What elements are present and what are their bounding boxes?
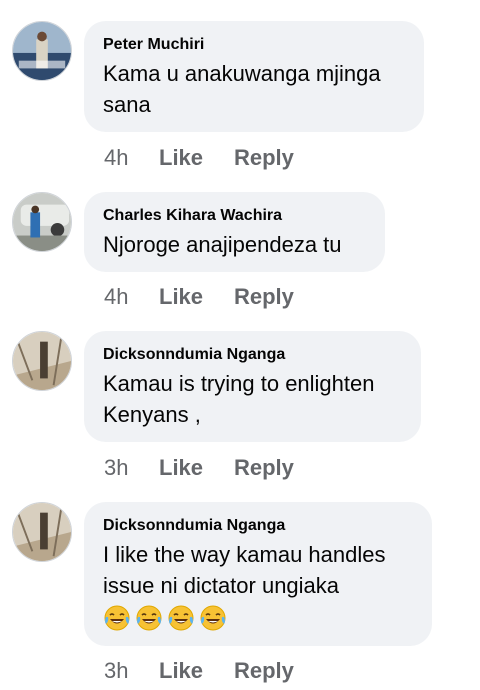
comment-actions: 4h Like Reply (104, 144, 294, 172)
comment-actions: 3h Like Reply (104, 657, 294, 685)
comment-timestamp[interactable]: 4h (104, 144, 159, 172)
comment-bubble: Peter Muchiri Kama u anakuwanga mjinga s… (84, 21, 424, 132)
comment-text: Kama u anakuwanga mjinga sana (103, 58, 406, 120)
comment-actions: 4h Like Reply (104, 283, 294, 311)
like-button[interactable]: Like (159, 657, 234, 685)
like-button[interactable]: Like (159, 454, 234, 482)
comment-text-line: issue ni dictator ungiaka (103, 573, 340, 598)
comment-text-line: I like the way kamau handles (103, 542, 386, 567)
comment-author[interactable]: Dicksonndumia Nganga (103, 516, 414, 536)
reply-button[interactable]: Reply (234, 454, 294, 482)
comment-text-line: Kenyans , (103, 402, 201, 427)
comment-timestamp[interactable]: 3h (104, 454, 159, 482)
comment-timestamp[interactable]: 4h (104, 283, 159, 311)
comment-actions: 3h Like Reply (104, 454, 294, 482)
tears-of-joy-emoji-icon (136, 605, 162, 631)
comment-text: Kamau is trying to enlighten Kenyans , (103, 368, 403, 430)
avatar[interactable] (12, 331, 72, 391)
tears-of-joy-emoji-icon (168, 605, 194, 631)
profile-photo-icon (13, 503, 71, 561)
tears-of-joy-emoji-icon (200, 605, 226, 631)
like-button[interactable]: Like (159, 283, 234, 311)
tears-of-joy-emoji-icon (104, 605, 130, 631)
comment-text-line: Njoroge anajipendeza tu (103, 232, 342, 257)
comment-text-line: sana (103, 92, 151, 117)
comment-timestamp[interactable]: 3h (104, 657, 159, 685)
comment-author[interactable]: Charles Kihara Wachira (103, 206, 367, 226)
emoji-row (103, 604, 414, 634)
reply-button[interactable]: Reply (234, 144, 294, 172)
avatar[interactable] (12, 21, 72, 81)
reply-button[interactable]: Reply (234, 283, 294, 311)
comment-text: I like the way kamau handles issue ni di… (103, 539, 414, 601)
comment-text: Njoroge anajipendeza tu (103, 229, 367, 260)
profile-photo-icon (13, 332, 71, 390)
comment-bubble: Dicksonndumia Nganga Kamau is trying to … (84, 331, 421, 442)
comment-text-line: Kamau is trying to enlighten (103, 371, 375, 396)
avatar[interactable] (12, 502, 72, 562)
profile-photo-icon (13, 193, 71, 251)
comment-text-line: Kama u anakuwanga mjinga (103, 61, 381, 86)
comment-author[interactable]: Peter Muchiri (103, 35, 406, 55)
profile-photo-icon (13, 22, 71, 80)
avatar[interactable] (12, 192, 72, 252)
comment-bubble: Dicksonndumia Nganga I like the way kama… (84, 502, 432, 646)
reply-button[interactable]: Reply (234, 657, 294, 685)
comment-author[interactable]: Dicksonndumia Nganga (103, 345, 403, 365)
like-button[interactable]: Like (159, 144, 234, 172)
comment-bubble: Charles Kihara Wachira Njoroge anajipend… (84, 192, 385, 272)
